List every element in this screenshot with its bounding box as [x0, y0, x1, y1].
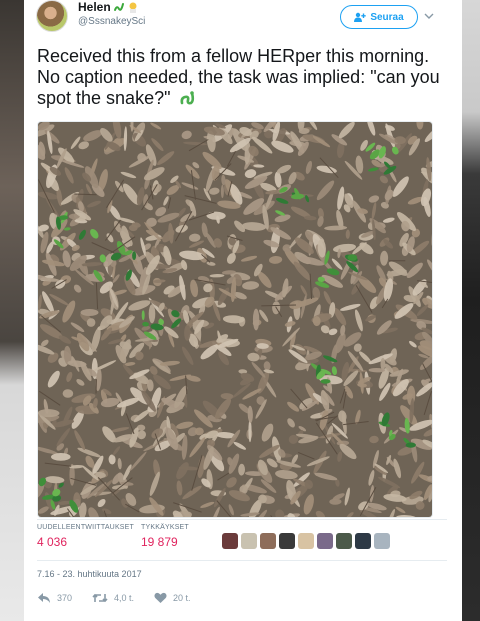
tweet-timestamp[interactable]: 7.16 - 23. huhtikuuta 2017 — [37, 569, 142, 579]
tweet-photo[interactable] — [37, 121, 433, 518]
background-right — [462, 0, 480, 621]
retweets-stat[interactable]: UUDELLEENTWIITTAUKSET 4 036 — [37, 524, 134, 549]
author-handle[interactable]: @SssnakeySci — [78, 16, 145, 27]
liker-avatar[interactable] — [336, 533, 352, 549]
reply-button[interactable]: 370 — [37, 592, 72, 604]
reply-count: 370 — [57, 593, 73, 603]
follow-button-label: Seuraa — [370, 11, 404, 23]
follow-button[interactable]: Seuraa — [340, 5, 418, 29]
liker-avatar[interactable] — [317, 533, 333, 549]
retweet-icon — [92, 593, 108, 603]
avatar[interactable] — [36, 0, 68, 32]
liker-avatar[interactable] — [222, 533, 238, 549]
liker-avatar[interactable] — [279, 533, 295, 549]
stats-divider-top — [37, 519, 447, 520]
snake-emoji-icon — [178, 89, 195, 107]
retweet-button[interactable]: 4,0 t. — [92, 592, 134, 604]
tweet-text: Received this from a fellow HERper this … — [37, 46, 447, 109]
tweet-text-body: Received this from a fellow HERper this … — [37, 46, 440, 108]
retweets-label: UUDELLEENTWIITTAUKSET — [37, 524, 135, 531]
author-name[interactable]: Helen — [78, 0, 111, 14]
engagement-stats: UUDELLEENTWIITTAUKSET 4 036 TYKKÄYKSET 1… — [37, 524, 447, 556]
liker-avatar[interactable] — [260, 533, 276, 549]
snake-emoji-icon — [112, 1, 125, 13]
liker-avatar[interactable] — [374, 533, 390, 549]
like-button[interactable]: 20 t. — [154, 592, 191, 604]
likes-value: 19 879 — [141, 535, 178, 549]
tweet-card: Helen @SssnakeySci Seuraa Received this — [24, 0, 462, 621]
liker-avatar[interactable] — [241, 533, 257, 549]
likes-stat[interactable]: TYKKÄYKSET 19 879 — [141, 524, 189, 549]
reply-icon — [38, 593, 50, 603]
tweet-actions: 370 4,0 t. 20 t. — [37, 590, 211, 606]
scientist-emoji-icon — [129, 2, 137, 13]
author-name-row[interactable]: Helen — [78, 0, 139, 14]
like-count: 20 t. — [173, 593, 191, 603]
stats-divider-bottom — [37, 560, 447, 561]
likes-label: TYKKÄYKSET — [141, 524, 189, 531]
retweets-value: 4 036 — [37, 535, 68, 549]
liker-avatars — [222, 533, 390, 549]
background-left — [0, 0, 24, 621]
chevron-down-icon[interactable] — [422, 9, 436, 23]
add-user-icon — [354, 12, 367, 22]
liker-avatar[interactable] — [298, 533, 314, 549]
retweet-count: 4,0 t. — [114, 593, 135, 603]
leaf-litter-photo — [38, 122, 432, 517]
tweet-header: Helen @SssnakeySci Seuraa — [24, 0, 462, 38]
heart-icon — [154, 592, 167, 603]
liker-avatar[interactable] — [355, 533, 371, 549]
